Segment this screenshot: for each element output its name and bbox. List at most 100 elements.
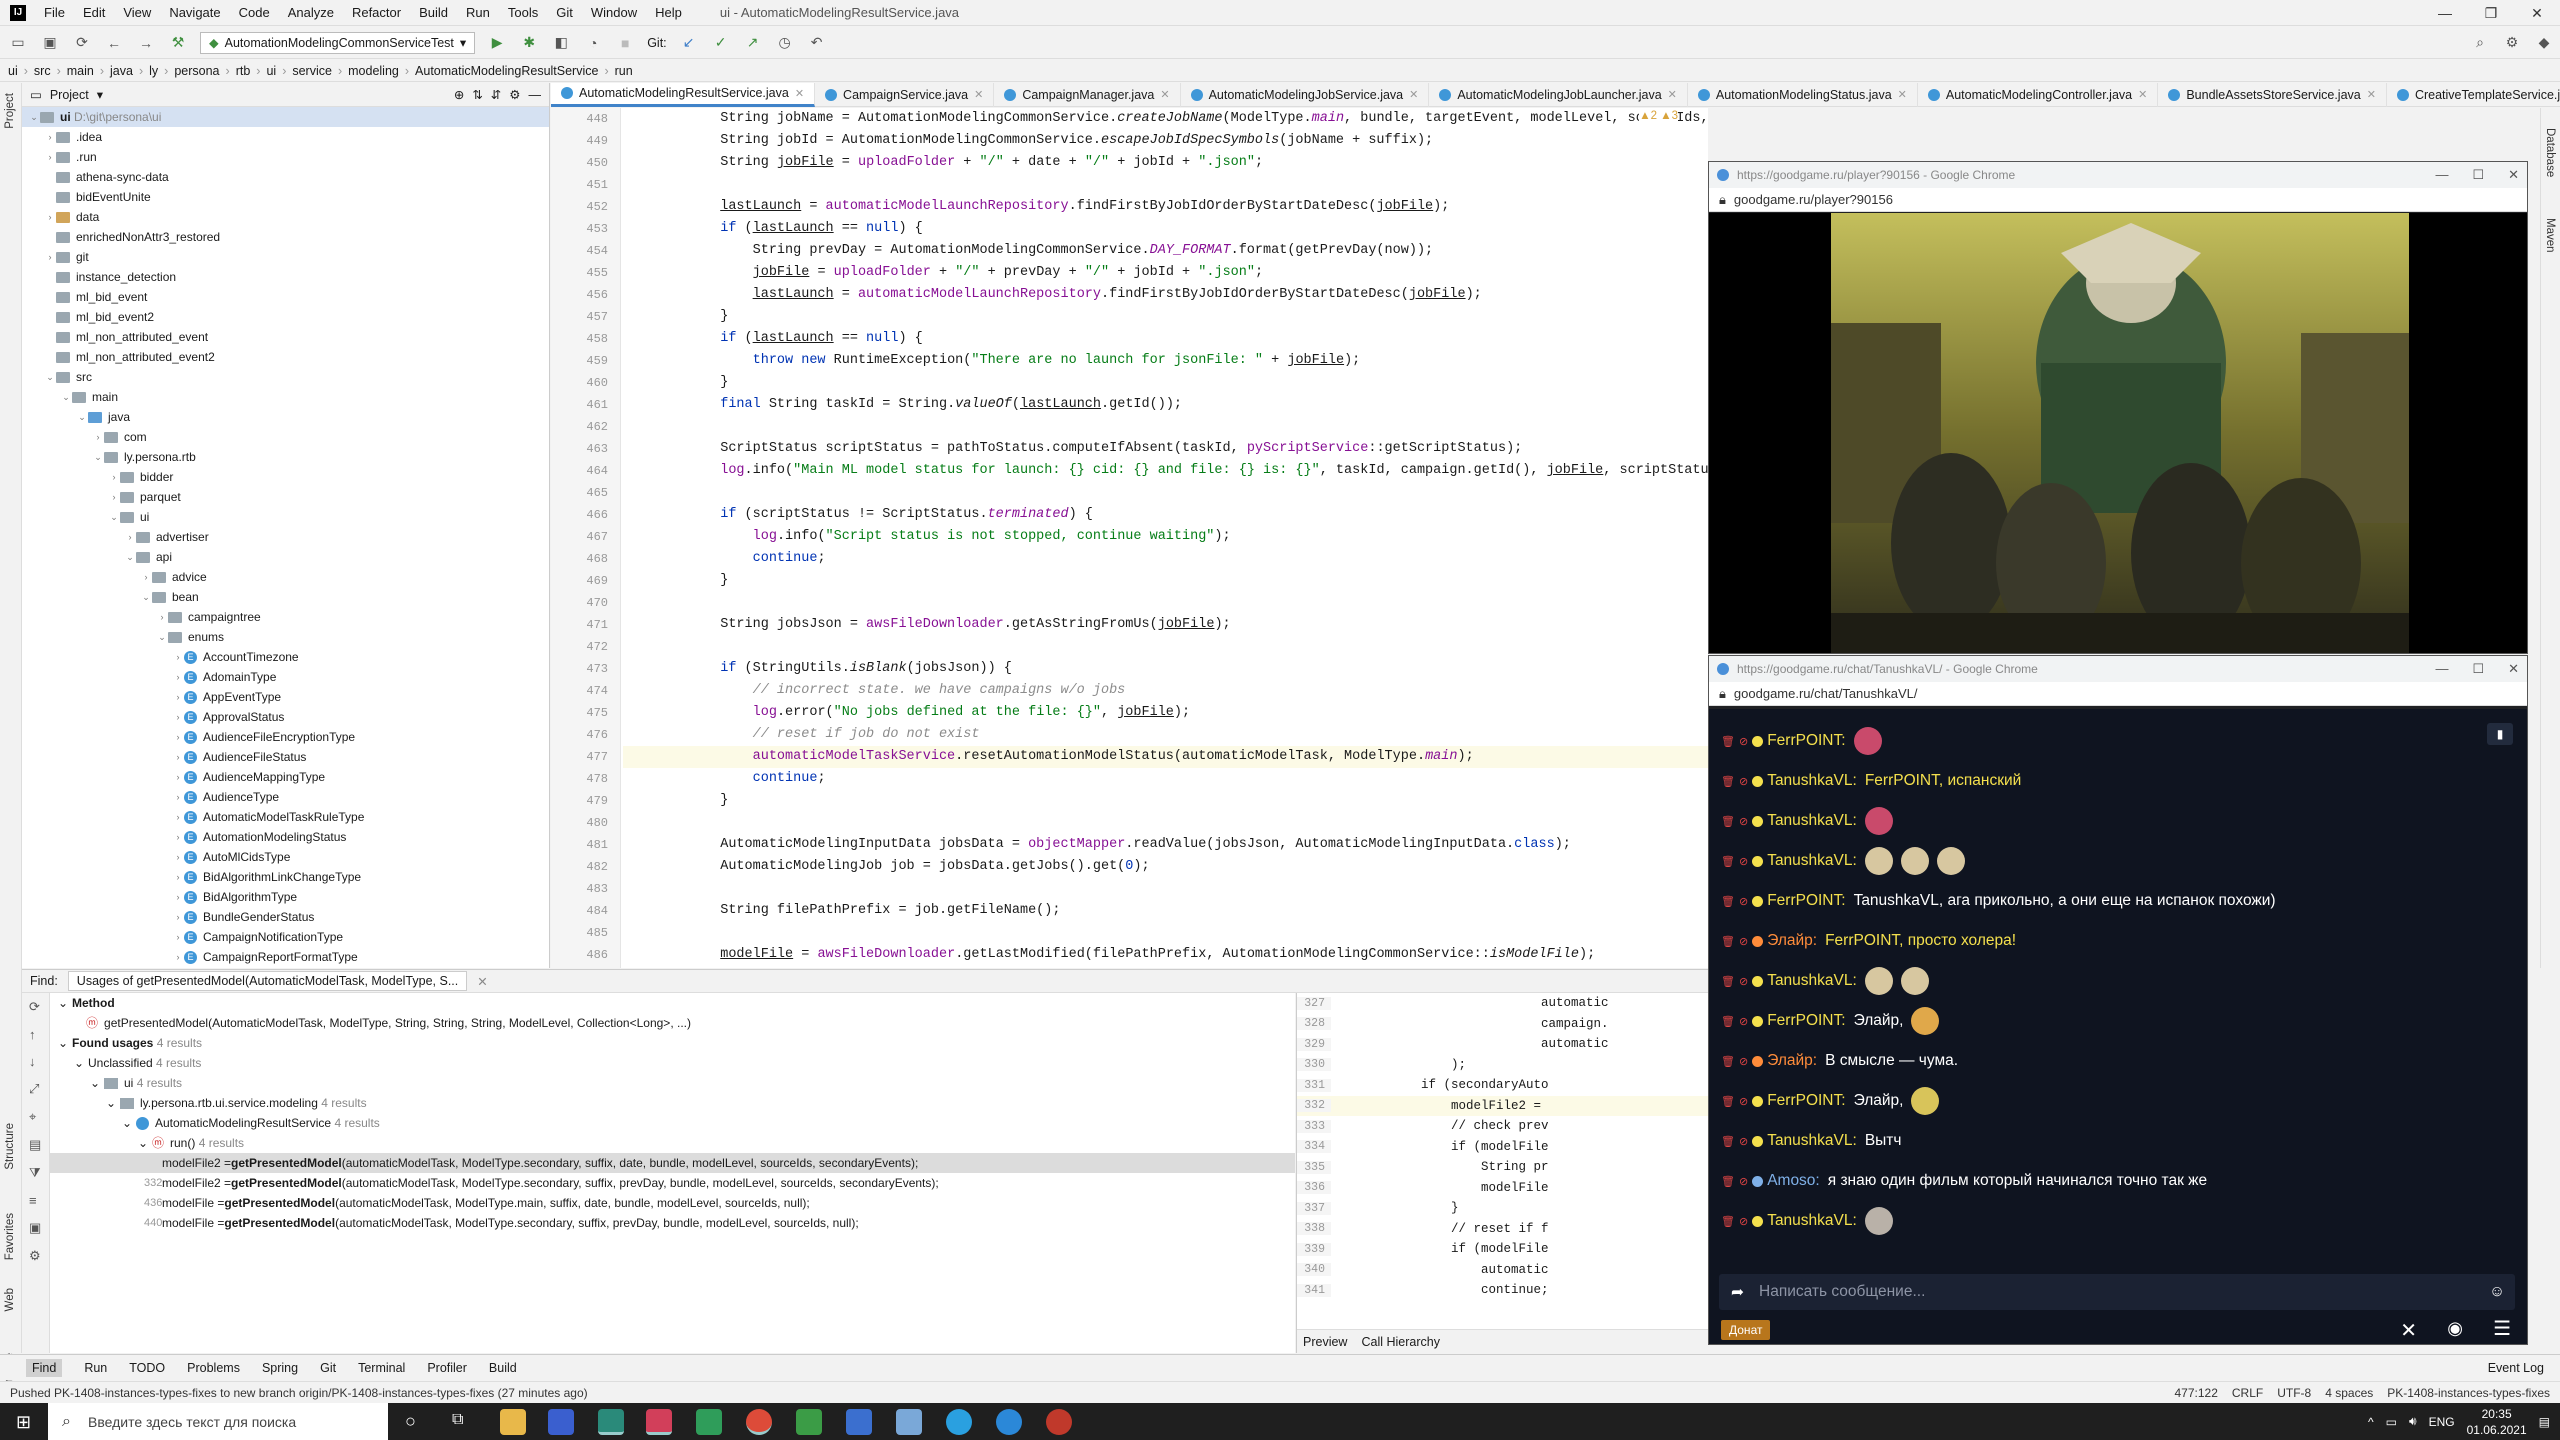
tree-item[interactable]: › parquet [22,487,549,507]
locate-icon[interactable]: ⊕ [454,87,464,102]
menu-view[interactable]: View [123,5,151,20]
spring-tool-button[interactable]: Spring [262,1361,298,1375]
menu-refactor[interactable]: Refactor [352,5,401,20]
close-icon[interactable]: ✕ [2508,661,2519,677]
chevron-down-icon[interactable]: ⌄ [108,507,120,527]
delete-icon[interactable]: 🗑︎ [1721,855,1735,868]
crumb-ly[interactable]: ly [149,64,158,78]
chat-nick[interactable]: FerrPOINT: [1767,1092,1845,1110]
tree-item[interactable]: › E AudienceFileStatus [22,747,549,767]
code-line[interactable] [623,812,1708,834]
tree-item[interactable]: › bidder [22,467,549,487]
git-update-icon[interactable]: ↙ [679,33,699,53]
code-line[interactable] [623,416,1708,438]
tree-item[interactable]: › E AutomationModelingStatus [22,827,549,847]
chat-nick[interactable]: Элайр: [1767,932,1817,950]
code-line[interactable]: ScriptStatus scriptStatus = pathToStatus… [623,438,1708,460]
code-line[interactable] [623,592,1708,614]
minimize-icon[interactable]: — [2435,167,2448,183]
settings-icon[interactable]: ⚙ [2502,33,2522,53]
code-editor[interactable]: 448 449 450 451 452 453 454 455 456 457 458 459 460 4… [551,108,1708,968]
unclassified-node[interactable]: ⌄ Unclassified 4 results [50,1053,1295,1073]
donate-button[interactable]: Донат [1721,1320,1771,1340]
menu-analyze[interactable]: Analyze [288,5,334,20]
chat-message[interactable]: 🗑︎ ⊘ Элайр: В смысле — чума. [1721,1041,2515,1081]
chevron-right-icon[interactable]: › [172,687,184,707]
ban-icon[interactable]: ⊘ [1739,1015,1748,1028]
app-icon[interactable] [1046,1409,1072,1435]
usage-row[interactable]: modelFile2 = getPresentedModel (automatic… [50,1153,1295,1173]
chevron-right-icon[interactable]: › [172,787,184,807]
chat-nick[interactable]: TanushkaVL: [1767,772,1857,790]
editor-tab[interactable]: AutomaticModelingJobService.java ✕ [1181,82,1430,107]
delete-icon[interactable]: 🗑︎ [1721,895,1735,908]
ban-icon[interactable]: ⊘ [1739,975,1748,988]
crumb-class[interactable]: AutomaticModelingResultService [415,64,598,78]
editor-tab[interactable]: CampaignManager.java ✕ [994,82,1181,107]
package-node[interactable]: ⌄ ly.persona.rtb.ui.service.modeling 4 re… [50,1093,1295,1113]
forward-icon[interactable]: → [136,33,156,53]
chat-address-bar[interactable]: 🔒︎ goodgame.ru/chat/TanushkaVL/ [1709,682,2527,706]
tree-item[interactable]: › E AppEventType [22,687,549,707]
run-icon[interactable]: ▶ [487,33,507,53]
crumb-ui-pkg[interactable]: ui [266,64,276,78]
maven-tool-tab[interactable]: Maven [2544,218,2556,253]
build-icon[interactable]: ⚒ [168,33,188,53]
tree-item[interactable]: › E AutomaticModelTaskRuleType [22,807,549,827]
method-signature[interactable]: ⓜ getPresentedModel(AutomaticModelTask, M… [50,1013,1295,1033]
git-history-icon[interactable]: ◷ [775,33,795,53]
favorites-tool-tab[interactable]: Favorites [4,1213,16,1260]
chevron-right-icon[interactable]: › [172,767,184,787]
delete-icon[interactable]: 🗑︎ [1721,975,1735,988]
code-line[interactable]: AutomaticModelingInputData jobsData = ob… [623,834,1708,856]
tree-item[interactable]: › E CampaignNotificationType [22,927,549,947]
chevron-down-icon[interactable]: ⌄ [156,627,168,647]
delete-icon[interactable]: 🗑︎ [1721,1215,1735,1228]
editor-tab[interactable]: AutomaticModelingController.java ✕ [1918,82,2159,107]
chat-message[interactable]: 🗑︎ ⊘ TanushkaVL: [1721,1201,2515,1241]
tree-item[interactable]: › E AdomainType [22,667,549,687]
tree-item[interactable]: › .idea [22,127,549,147]
merge-icon[interactable]: ≡ [29,1193,42,1208]
todo-tool-button[interactable]: TODO [129,1361,165,1375]
run-method-node[interactable]: ⌄ ⓜ run() 4 results [50,1133,1295,1153]
indent-setting[interactable]: 4 spaces [2325,1386,2373,1400]
chat-message[interactable]: 🗑︎ ⊘ TanushkaVL: [1721,801,2515,841]
crumb-modeling[interactable]: modeling [348,64,399,78]
crumb-java[interactable]: java [110,64,133,78]
maximize-icon[interactable]: ❐ [2468,5,2514,22]
chevron-down-icon[interactable]: ⌄ [92,447,104,467]
run-configuration-select[interactable]: ◆ AutomationModelingCommonServiceTest ▾ [200,31,476,54]
chevron-right-icon[interactable]: › [124,527,136,547]
preview-icon[interactable]: ▣ [29,1220,42,1236]
inspection-warnings[interactable]: ▲2 ▲3 [1639,110,1678,122]
telegram-app-icon[interactable] [946,1409,972,1435]
close-icon[interactable]: ✕ [2514,5,2560,22]
code-line[interactable]: modelFile = awsFileDownloader.getLastMod… [623,944,1708,966]
editor-tab[interactable]: AutomaticModelingResultService.java ✕ [551,82,816,107]
chevron-right-icon[interactable]: › [172,707,184,727]
chat-nick[interactable]: Элайр: [1767,1052,1817,1070]
class-node[interactable]: ⌄ AutomaticModelingResultService 4 result… [50,1113,1295,1133]
run-tool-button[interactable]: Run [84,1361,107,1375]
chevron-right-icon[interactable]: › [156,607,168,627]
chat-nick[interactable]: TanushkaVL: [1767,1212,1857,1230]
chat-message[interactable]: 🗑︎ ⊘ FerrPOINT: TanushkaVL, ага прикольно, … [1721,881,2515,921]
chevron-right-icon[interactable]: › [92,427,104,447]
crumb-method[interactable]: run [615,64,633,78]
s3-app-icon[interactable] [846,1409,872,1435]
menu-icon[interactable]: ☰ [2493,1316,2511,1341]
tree-item[interactable]: › E ApprovalStatus [22,707,549,727]
usage-row[interactable]: 332 modelFile2 = getPresentedModel (automa… [50,1173,1295,1193]
chat-nick[interactable]: Amoso: [1767,1172,1820,1190]
plugin-icon[interactable]: ◆ [2534,33,2554,53]
code-line[interactable]: String jobId = AutomationModelingCommonS… [623,130,1708,152]
code-line[interactable]: lastLaunch = automaticModelLaunchReposit… [623,196,1708,218]
crumb-src[interactable]: src [34,64,51,78]
code-line[interactable]: // reset if job do not exist [623,724,1708,746]
chat-message-input[interactable]: ➦ Написать сообщение... ☺ [1719,1274,2515,1310]
find-usages-tab[interactable]: Usages of getPresentedModel(AutomaticMod… [67,971,468,991]
chat-settings-icon[interactable]: ▮ [2487,723,2513,745]
menu-file[interactable]: File [44,5,65,20]
tree-item[interactable]: › E BidAlgorithmLinkChangeType [22,867,549,887]
